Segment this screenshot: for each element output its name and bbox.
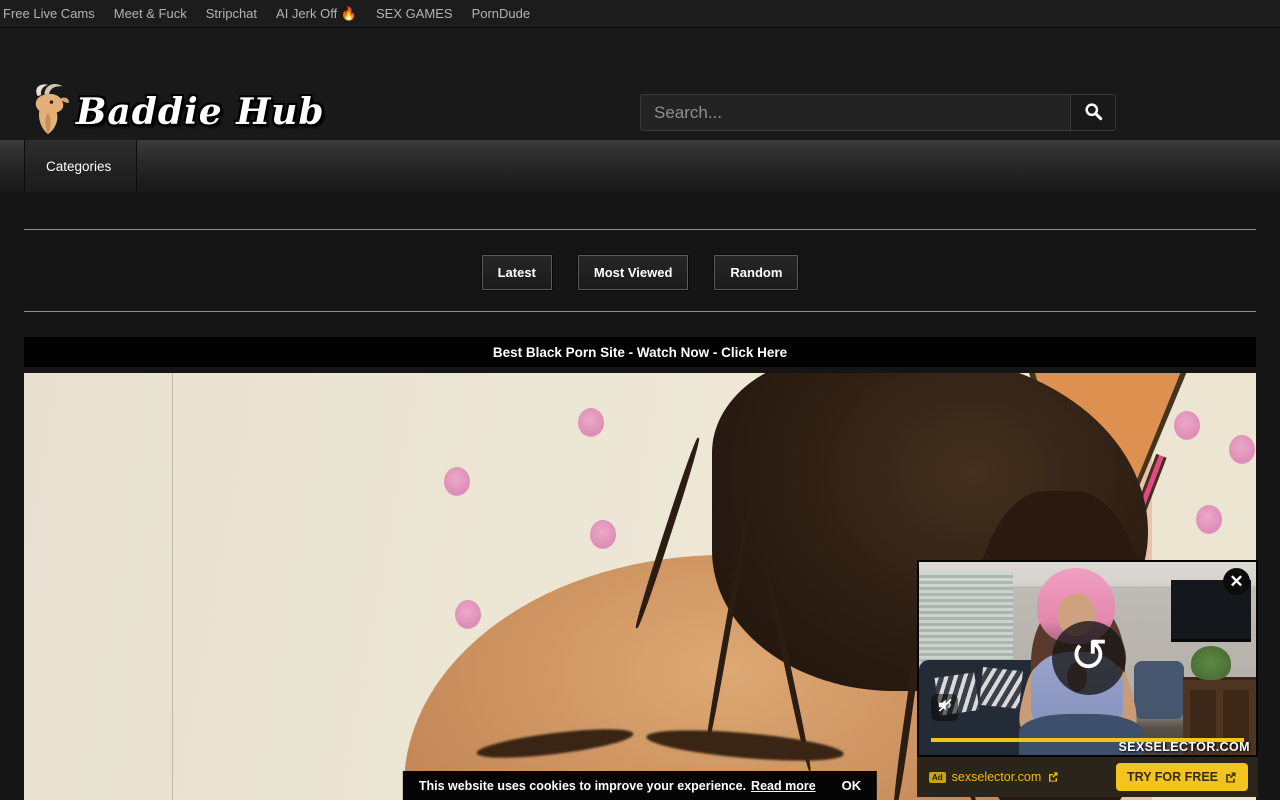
search-input[interactable] — [640, 94, 1070, 131]
polka-dot-shape — [455, 600, 481, 629]
promo-banner-link[interactable]: Best Black Porn Site - Watch Now - Click… — [24, 337, 1256, 367]
armchair-shape — [1134, 661, 1184, 719]
site-logo[interactable]: Baddie Hub — [22, 80, 325, 143]
polka-dot-shape — [1174, 411, 1200, 440]
toplink-sex-games[interactable]: SEX GAMES — [376, 6, 453, 21]
polka-dot-shape — [444, 467, 470, 496]
ad-site-label: sexselector.com — [952, 770, 1042, 784]
divider-top — [24, 229, 1256, 230]
ad-badge: Ad — [929, 772, 946, 783]
ad-close-button[interactable]: ✕ — [1223, 568, 1250, 595]
ad-site-link[interactable]: Ad sexselector.com — [929, 770, 1059, 784]
ad-brand-watermark: SEXSELECTOR.COM — [1119, 740, 1250, 754]
read-more-link[interactable]: Read more — [751, 779, 816, 793]
chevron-pillow-shape — [979, 667, 1023, 709]
toplink-ai-jerk-off[interactable]: AI Jerk Off 🔥 — [276, 6, 357, 22]
try-for-free-button[interactable]: TRY FOR FREE — [1116, 763, 1248, 791]
wall-seam-shape — [172, 373, 173, 800]
ad-video-player[interactable]: ✕ ↺ SEXSELECTOR.COM — [917, 560, 1258, 757]
toplink-porndude[interactable]: PornDude — [472, 6, 531, 21]
external-link-icon — [1224, 771, 1237, 784]
close-icon: ✕ — [1229, 572, 1243, 592]
categories-label: Categories — [46, 159, 111, 174]
polka-dot-shape — [578, 408, 604, 437]
main-nav: Categories — [0, 140, 1280, 192]
muted-speaker-icon — [936, 696, 954, 719]
toplink-meet-and-fuck[interactable]: Meet & Fuck — [114, 6, 187, 21]
replay-button[interactable]: ↺ — [1052, 621, 1126, 695]
cookie-ok-button[interactable]: OK — [842, 778, 862, 793]
polka-dot-shape — [1196, 505, 1222, 534]
site-header: Baddie Hub — [0, 28, 1280, 140]
mute-button[interactable] — [931, 694, 958, 721]
promo-banner-text: Best Black Porn Site - Watch Now - Click… — [493, 345, 787, 360]
search-bar — [640, 94, 1116, 131]
magnifier-icon — [1084, 102, 1103, 124]
replay-icon: ↺ — [1070, 632, 1109, 678]
most-viewed-button[interactable]: Most Viewed — [578, 255, 689, 290]
random-button[interactable]: Random — [714, 255, 798, 290]
external-link-icon — [1047, 771, 1059, 783]
polka-dot-shape — [590, 520, 616, 549]
ad-footer: Ad sexselector.com TRY FOR FREE — [917, 757, 1258, 797]
plant-shape — [1191, 646, 1231, 680]
top-links-bar: Free Live Cams Meet & Fuck Stripchat AI … — [0, 0, 1280, 28]
toplink-free-live-cams[interactable]: Free Live Cams — [3, 6, 95, 21]
goat-logo-icon — [22, 80, 74, 143]
video-ad-unit: ✕ ↺ SEXSELECTOR.COM Ad sexselector.com — [917, 560, 1258, 797]
logo-text: Baddie Hub — [76, 91, 325, 133]
latest-button[interactable]: Latest — [482, 255, 552, 290]
search-button[interactable] — [1070, 94, 1116, 131]
polka-dot-shape — [1229, 435, 1255, 464]
cta-label: TRY FOR FREE — [1127, 770, 1218, 784]
toplink-stripchat[interactable]: Stripchat — [206, 6, 257, 21]
nav-item-categories[interactable]: Categories — [24, 140, 137, 192]
filter-buttons: Latest Most Viewed Random — [0, 255, 1280, 290]
cookie-message: This website uses cookies to improve you… — [419, 779, 746, 793]
cookie-consent-bar: This website uses cookies to improve you… — [403, 771, 877, 800]
divider-bottom — [24, 311, 1256, 312]
